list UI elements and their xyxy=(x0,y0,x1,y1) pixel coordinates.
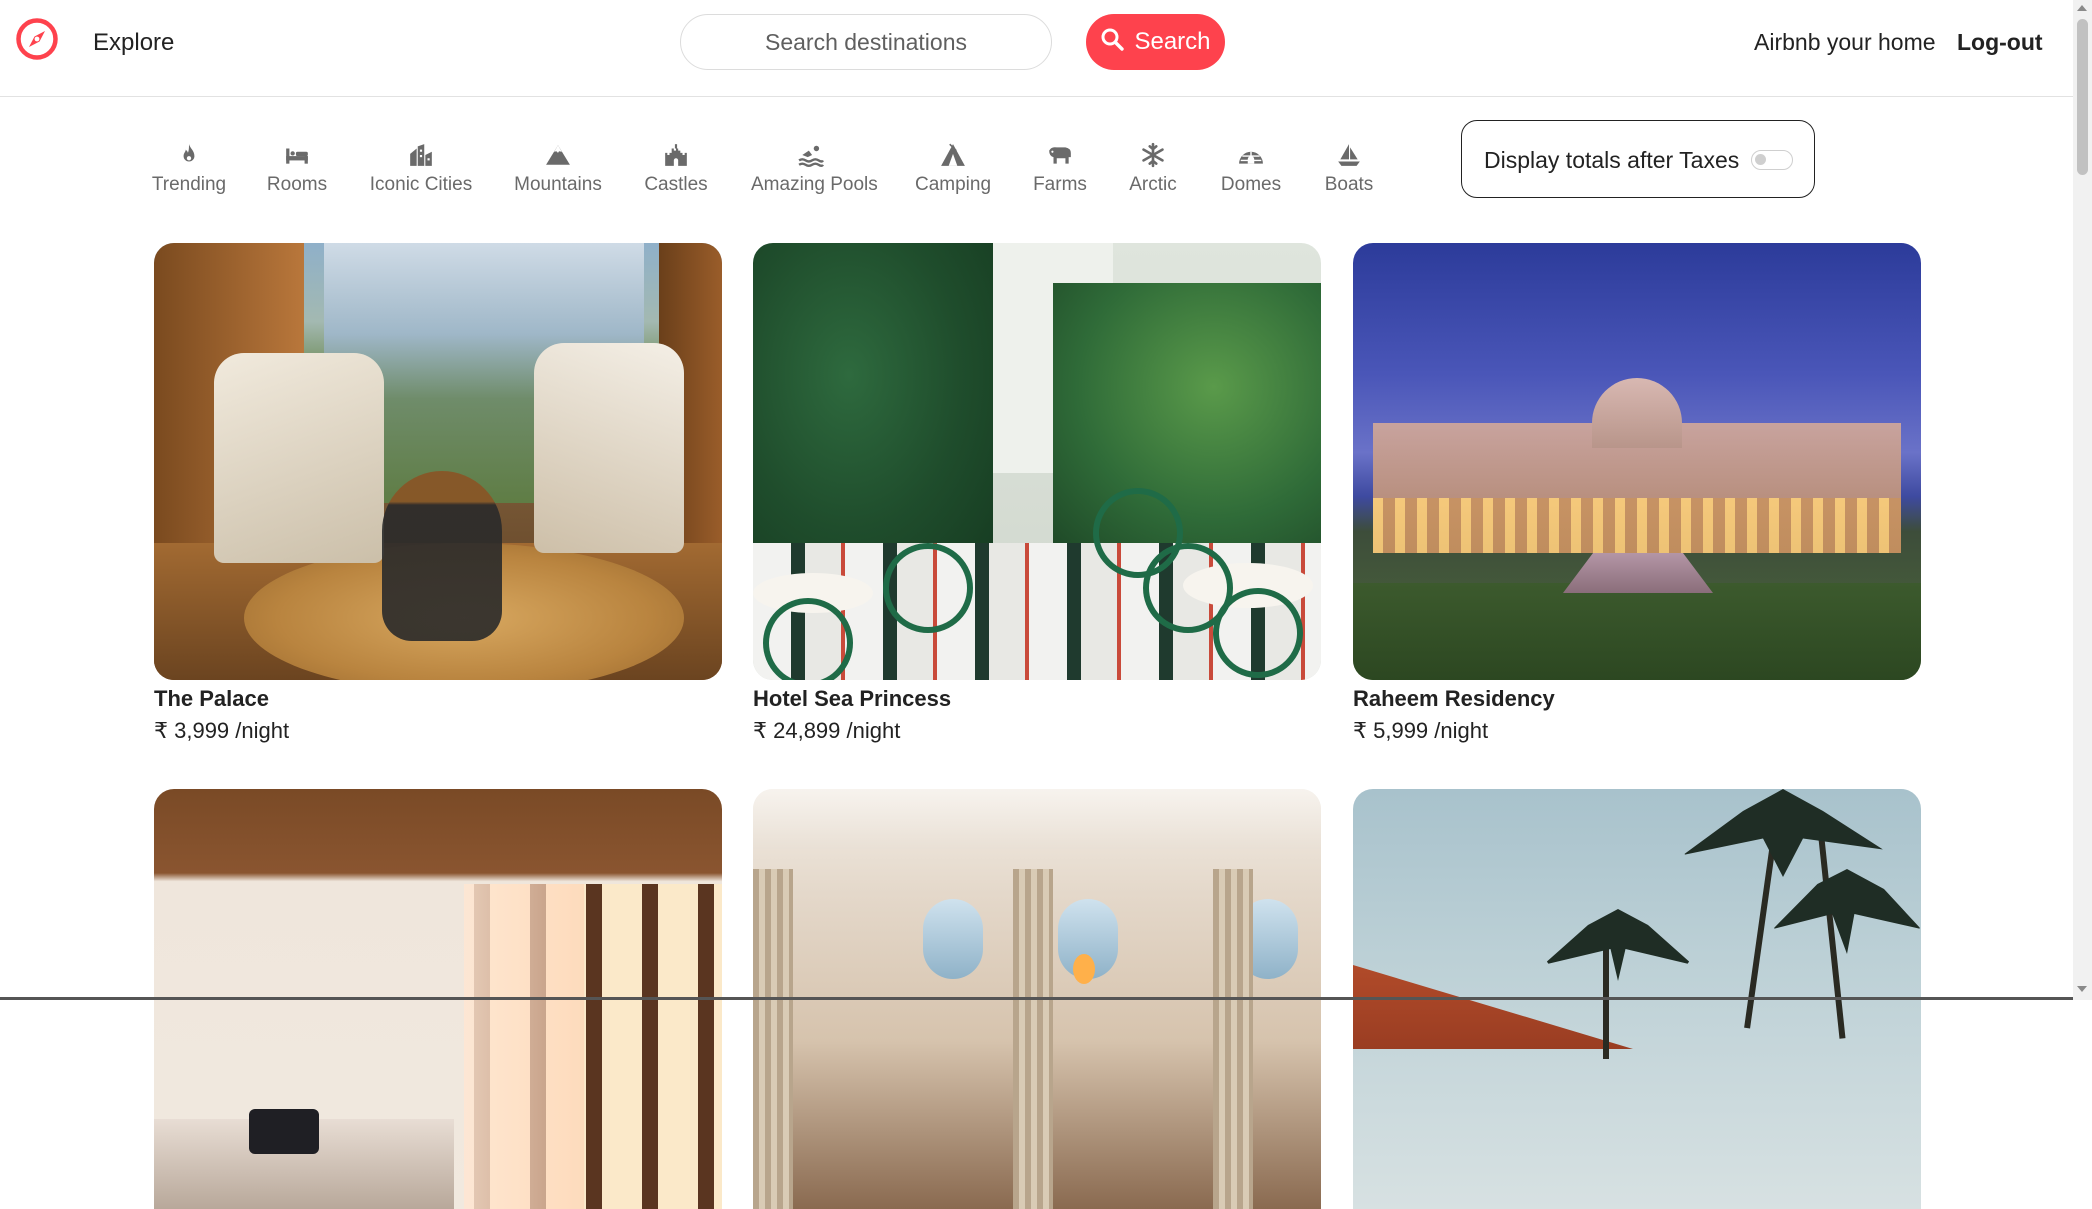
compass-logo-icon[interactable] xyxy=(15,17,59,61)
mountain-icon xyxy=(545,142,571,168)
listing-image[interactable] xyxy=(753,243,1321,680)
bed-icon xyxy=(284,142,310,168)
listing-title: The Palace xyxy=(154,686,269,711)
filter-mountains[interactable]: Mountains xyxy=(498,142,618,196)
filter-label: Castles xyxy=(644,174,708,195)
search-icon xyxy=(1100,27,1125,58)
filter-boats[interactable]: Boats xyxy=(1289,142,1409,196)
swimmer-icon xyxy=(798,142,824,168)
listing-price: ₹ 5,999 /night xyxy=(1353,718,1489,743)
igloo-icon xyxy=(1238,142,1264,168)
search-button-label: Search xyxy=(1134,28,1211,55)
navbar: Explore Search Airbnb your home Log-out xyxy=(0,0,2073,97)
filter-trending[interactable]: Trending xyxy=(129,142,249,196)
airbnb-your-home-link[interactable]: Airbnb your home xyxy=(1754,29,1936,56)
scroll-down-arrow-icon[interactable] xyxy=(2077,986,2087,992)
vertical-scrollbar[interactable] xyxy=(2073,0,2092,1000)
filter-camping[interactable]: Camping xyxy=(893,142,1013,196)
fire-icon xyxy=(176,142,202,168)
listing-title: Raheem Residency xyxy=(1353,686,1555,711)
switch-knob xyxy=(1755,154,1766,165)
scroll-up-arrow-icon[interactable] xyxy=(2077,5,2087,11)
listing-title: Hotel Sea Princess xyxy=(753,686,952,711)
castle-icon xyxy=(663,142,689,168)
listing-image[interactable] xyxy=(1353,243,1921,680)
tax-toggle-label: Display totals after Taxes xyxy=(1484,147,1740,173)
explore-link[interactable]: Explore xyxy=(93,29,174,57)
listing-card[interactable]: The Palace ₹ 3,999 /night xyxy=(154,243,722,744)
sailboat-icon xyxy=(1336,142,1362,168)
filter-label: Boats xyxy=(1324,174,1374,195)
filter-label: Mountains xyxy=(514,174,602,195)
filter-castles[interactable]: Castles xyxy=(616,142,736,196)
tent-icon xyxy=(940,142,966,168)
filter-label: Rooms xyxy=(266,174,328,195)
search-input[interactable] xyxy=(680,14,1052,70)
listing-image[interactable] xyxy=(154,243,722,680)
filter-rooms[interactable]: Rooms xyxy=(237,142,357,196)
listing-price: ₹ 3,999 /night xyxy=(154,718,290,743)
filter-label: Amazing Pools xyxy=(751,174,878,195)
city-icon xyxy=(408,142,434,168)
scrollbar-thumb[interactable] xyxy=(2077,19,2088,175)
filter-label: Camping xyxy=(914,174,992,195)
filter-iconic-cities[interactable]: Iconic Cities xyxy=(361,142,481,196)
tax-toggle-switch[interactable] xyxy=(1751,150,1793,170)
filter-amazing-pools[interactable]: Amazing Pools xyxy=(751,142,878,196)
listing-price: ₹ 24,899 /night xyxy=(753,718,901,743)
filter-label: Trending xyxy=(151,174,227,195)
cow-icon xyxy=(1047,142,1073,168)
tax-toggle-box: Display totals after Taxes xyxy=(1461,120,1815,198)
listing-card[interactable]: Raheem Residency ₹ 5,999 /night xyxy=(1353,243,1921,744)
search-button[interactable]: Search xyxy=(1086,14,1225,70)
snowflake-icon xyxy=(1140,142,1166,168)
filter-label: Iconic Cities xyxy=(369,174,473,195)
listing-card[interactable]: Hotel Sea Princess ₹ 24,899 /night xyxy=(753,243,1321,744)
logout-link[interactable]: Log-out xyxy=(1957,29,2043,56)
